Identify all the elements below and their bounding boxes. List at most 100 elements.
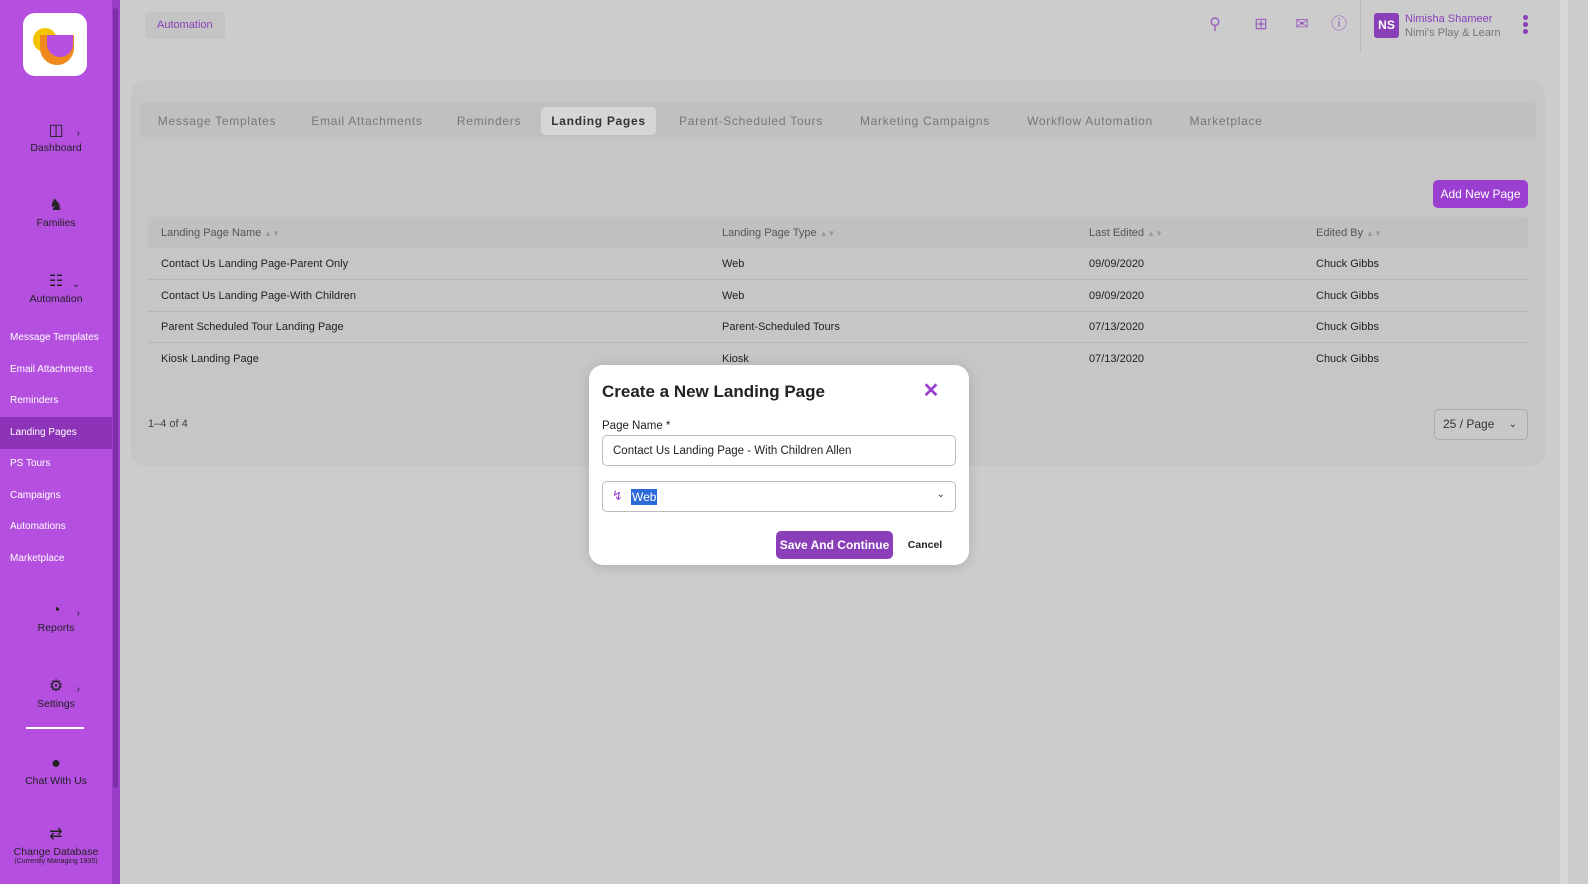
tab-reminders[interactable]: Reminders xyxy=(450,107,528,135)
sidebar-item-reports[interactable]: ◔ › Reports xyxy=(0,600,112,634)
per-page-select[interactable]: 25 / Page ⌄ xyxy=(1434,409,1528,440)
per-page-value: 25 / Page xyxy=(1443,417,1495,431)
sort-icon[interactable]: ▲▼ xyxy=(1147,229,1163,238)
layout-icon: ◫ xyxy=(48,122,64,139)
submenu-landing-pages[interactable]: Landing Pages xyxy=(0,417,112,449)
breadcrumb[interactable]: Automation xyxy=(145,12,225,39)
cell-edited-by: Chuck Gibbs xyxy=(1316,353,1379,365)
search-icon[interactable]: ⚲ xyxy=(1204,14,1226,36)
submenu-reminders[interactable]: Reminders xyxy=(0,385,112,417)
cell-edited-by: Chuck Gibbs xyxy=(1316,290,1379,302)
submenu-message-templates[interactable]: Message Templates xyxy=(0,322,112,354)
submenu-campaigns[interactable]: Campaigns xyxy=(0,480,112,512)
column-header-type[interactable]: Landing Page Type ▲▼ xyxy=(722,227,835,239)
sidebar-item-label: Settings xyxy=(37,698,75,710)
messages-icon[interactable]: ✉ xyxy=(1291,14,1313,36)
cell-edited-by: Chuck Gibbs xyxy=(1316,258,1379,270)
add-icon[interactable]: ⊞ xyxy=(1250,14,1272,36)
cell-last-edited: 09/09/2020 xyxy=(1089,258,1145,270)
sort-icon[interactable]: ▲▼ xyxy=(820,229,836,238)
cancel-button[interactable]: Cancel xyxy=(900,531,950,559)
app-logo[interactable] xyxy=(23,13,87,76)
modal-title: Create a New Landing Page xyxy=(602,382,825,401)
tab-email-attachments[interactable]: Email Attachments xyxy=(300,107,434,135)
cell-name[interactable]: Parent Scheduled Tour Landing Page xyxy=(161,321,344,333)
type-select-value: Web xyxy=(631,489,658,505)
column-label: Landing Page Type xyxy=(722,227,817,239)
cell-name[interactable]: Kiosk Landing Page xyxy=(161,353,259,365)
more-menu-icon[interactable] xyxy=(1519,14,1531,38)
tab-workflow-automation[interactable]: Workflow Automation xyxy=(1016,107,1164,135)
column-header-name[interactable]: Landing Page Name ▲▼ xyxy=(161,227,280,239)
sidebar-item-settings[interactable]: ⚙ › Settings xyxy=(0,676,112,710)
sidebar-item-label: Automation xyxy=(29,293,83,305)
chevron-right-icon: › xyxy=(76,608,80,619)
sidebar-item-label: Families xyxy=(36,217,76,229)
tab-landing-pages[interactable]: Landing Pages xyxy=(541,107,656,135)
sidebar-item-automation[interactable]: ☷ ⌄ Automation xyxy=(0,271,112,305)
cell-last-edited: 07/13/2020 xyxy=(1089,321,1145,333)
sort-icon[interactable]: ▲▼ xyxy=(264,229,280,238)
chevron-down-icon: ⌄ xyxy=(1508,419,1517,430)
sidebar-item-families[interactable]: ♞ Families xyxy=(0,195,112,229)
tab-message-templates[interactable]: Message Templates xyxy=(148,107,286,135)
cell-type: Web xyxy=(722,258,745,270)
cell-last-edited: 07/13/2020 xyxy=(1089,353,1145,365)
page-name-input[interactable] xyxy=(602,435,956,466)
gear-icon: ⚙ xyxy=(48,678,64,695)
chevron-down-icon: ⌄ xyxy=(936,489,945,500)
sidebar-item-change-database[interactable]: ⇄ Change Database (Currently Managing 19… xyxy=(0,824,112,866)
close-icon[interactable]: ✕ xyxy=(921,380,941,402)
cell-last-edited: 09/09/2020 xyxy=(1089,290,1145,302)
sidebar-item-dashboard[interactable]: ◫ › Dashboard xyxy=(0,120,112,154)
cell-type: Web xyxy=(722,290,745,302)
automation-icon: ☷ xyxy=(48,273,64,290)
sidebar-item-sublabel: (Currently Managing 1935) xyxy=(14,858,98,865)
column-label: Landing Page Name xyxy=(161,227,262,239)
column-header-last-edited[interactable]: Last Edited ▲▼ xyxy=(1089,227,1163,239)
swap-icon: ⇄ xyxy=(49,826,63,843)
pie-chart-icon: ◔ xyxy=(51,602,61,619)
chevron-right-icon: › xyxy=(76,684,80,695)
submenu-marketplace[interactable]: Marketplace xyxy=(0,543,112,575)
landing-page-type-select[interactable]: ↯ Web ⌄ xyxy=(602,481,956,512)
cell-name[interactable]: Contact Us Landing Page-With Children xyxy=(161,290,356,302)
lightning-icon: ↯ xyxy=(612,488,623,503)
submenu-ps-tours[interactable]: PS Tours xyxy=(0,448,112,480)
sidebar-item-label: Dashboard xyxy=(30,142,82,154)
sort-icon[interactable]: ▲▼ xyxy=(1366,229,1382,238)
header-divider xyxy=(1360,0,1361,52)
people-icon: ♞ xyxy=(48,197,64,214)
sidebar-item-chat[interactable]: ● Chat With Us xyxy=(0,753,112,787)
tab-parent-scheduled-tours[interactable]: Parent-Scheduled Tours xyxy=(668,107,834,135)
cell-type: Parent-Scheduled Tours xyxy=(722,321,840,333)
pagination-range: 1–4 of 4 xyxy=(148,418,188,430)
chevron-right-icon: › xyxy=(76,128,80,139)
chevron-down-icon: ⌄ xyxy=(71,279,80,290)
page-name-label: Page Name * xyxy=(602,420,671,432)
sidebar-item-label: Reports xyxy=(37,622,75,634)
user-name[interactable]: Nimisha Shameer xyxy=(1405,13,1492,25)
info-icon[interactable]: ⓘ xyxy=(1328,14,1350,36)
chat-icon: ● xyxy=(51,755,61,772)
add-new-page-button[interactable]: Add New Page xyxy=(1433,180,1528,208)
sidebar-divider xyxy=(26,727,84,729)
page-scrollbar[interactable] xyxy=(1560,0,1568,884)
cell-name[interactable]: Contact Us Landing Page-Parent Only xyxy=(161,258,348,270)
submenu-automations[interactable]: Automations xyxy=(0,511,112,543)
save-and-continue-button[interactable]: Save And Continue xyxy=(776,531,893,559)
submenu-email-attachments[interactable]: Email Attachments xyxy=(0,354,112,386)
avatar[interactable]: NS xyxy=(1374,13,1399,38)
column-label: Last Edited xyxy=(1089,227,1145,239)
sidebar-item-label: Chat With Us xyxy=(25,775,87,787)
sidebar-item-label: Change Database xyxy=(13,846,99,858)
user-org: Nimi's Play & Learn xyxy=(1405,27,1501,39)
tab-marketplace[interactable]: Marketplace xyxy=(1180,107,1272,135)
column-header-edited-by[interactable]: Edited By ▲▼ xyxy=(1316,227,1382,239)
tab-marketing-campaigns[interactable]: Marketing Campaigns xyxy=(850,107,1000,135)
column-label: Edited By xyxy=(1316,227,1364,239)
cell-edited-by: Chuck Gibbs xyxy=(1316,321,1379,333)
cell-type: Kiosk xyxy=(722,353,749,365)
sidebar-scrollbar-thumb[interactable] xyxy=(113,8,118,788)
page-gutter xyxy=(1568,0,1588,884)
